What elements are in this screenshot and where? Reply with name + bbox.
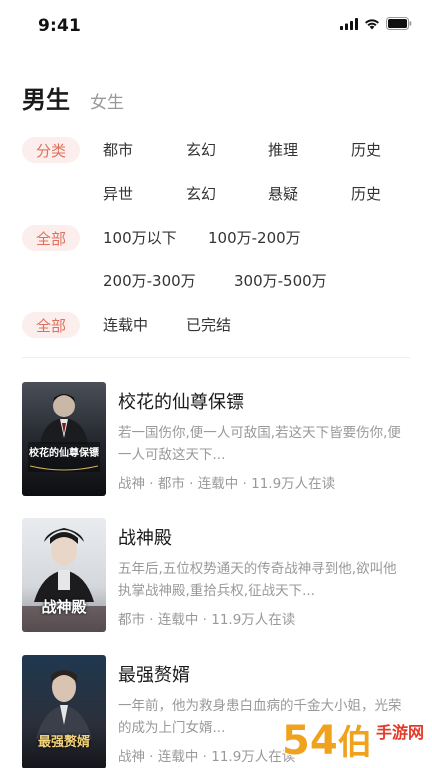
filter-row-status: 全部 连载中 已完结 bbox=[0, 310, 432, 340]
book-meta: 都市 · 连载中 · 11.9万人在读 bbox=[118, 612, 296, 628]
filter-row-category: 分类 都市 玄幻 推理 历史 bbox=[0, 135, 432, 165]
wordcount-option[interactable]: 300万-500万 bbox=[234, 270, 327, 291]
book-cover-title: 最强赘婿 bbox=[37, 735, 90, 750]
book-meta: 战神 · 连载中 · 11.9万人在读 bbox=[118, 749, 296, 765]
status-option-completed[interactable]: 已完结 bbox=[186, 314, 231, 335]
watermark-logo: 54 伯 手游网 bbox=[280, 708, 430, 766]
status-chip[interactable]: 全部 bbox=[22, 312, 80, 338]
gender-tabs: 男生 女生 bbox=[22, 80, 124, 115]
wordcount-option[interactable]: 100万-200万 bbox=[208, 227, 301, 248]
tab-male[interactable]: 男生 bbox=[22, 80, 70, 115]
book-meta: 战神 · 都市 · 连载中 · 11.9万人在读 bbox=[118, 476, 336, 492]
book-cover[interactable]: 战神殿 bbox=[22, 518, 106, 632]
status-option-serializing[interactable]: 连载中 bbox=[103, 314, 148, 335]
book-item[interactable]: 校花的仙尊保镖 校花的仙尊保镖 若一国伤你,便一人可敌国,若这天下皆要伤你,便一… bbox=[0, 382, 432, 506]
filter-row-wordcount-2: 200万-300万 300万-500万 bbox=[0, 266, 432, 296]
battery-icon bbox=[386, 17, 412, 30]
book-cover[interactable]: 校花的仙尊保镖 bbox=[22, 382, 106, 496]
book-cover-art bbox=[22, 655, 106, 768]
wifi-icon bbox=[365, 18, 379, 29]
status-time: 9:41 bbox=[38, 16, 82, 36]
divider bbox=[22, 357, 410, 358]
book-cover[interactable]: 最强赘婿 bbox=[22, 655, 106, 768]
category-option[interactable]: 都市 bbox=[103, 139, 133, 160]
svg-text:手游网: 手游网 bbox=[376, 723, 424, 742]
book-cover-title: 校花的仙尊保镖 bbox=[29, 448, 99, 459]
book-cover-title: 战神殿 bbox=[41, 598, 87, 616]
wordcount-option[interactable]: 100万以下 bbox=[103, 227, 177, 248]
filter-row-category-2: 异世 玄幻 悬疑 历史 bbox=[0, 179, 432, 209]
category-option[interactable]: 推理 bbox=[268, 139, 298, 160]
svg-text:伯: 伯 bbox=[338, 723, 372, 763]
book-title[interactable]: 最强赘婿 bbox=[118, 661, 190, 687]
status-bar: 9:41 bbox=[0, 0, 432, 54]
wordcount-option[interactable]: 200万-300万 bbox=[103, 270, 196, 291]
watermark-logo-art: 54 伯 手游网 bbox=[281, 717, 425, 765]
filter-row-wordcount: 全部 100万以下 100万-200万 bbox=[0, 223, 432, 253]
category-option[interactable]: 异世 bbox=[103, 183, 133, 204]
category-option[interactable]: 历史 bbox=[351, 139, 381, 160]
svg-text:54: 54 bbox=[282, 718, 338, 764]
category-option[interactable]: 历史 bbox=[351, 183, 381, 204]
book-description: 若一国伤你,便一人可敌国,若这天下皆要伤你,便一人可敌这天下... bbox=[118, 425, 401, 463]
book-item[interactable]: 战神殿 战神殿 五年后,五位权势通天的传奇战神寻到他,欲叫他执掌战神殿,重拾兵权… bbox=[0, 518, 432, 642]
signal-icon bbox=[340, 17, 358, 30]
category-chip[interactable]: 分类 bbox=[22, 137, 80, 163]
book-title[interactable]: 校花的仙尊保镖 bbox=[118, 388, 244, 414]
category-option[interactable]: 玄幻 bbox=[186, 183, 216, 204]
book-description: 五年后,五位权势通天的传奇战神寻到他,欲叫他执掌战神殿,重拾兵权,征战天下... bbox=[118, 561, 397, 599]
wordcount-chip[interactable]: 全部 bbox=[22, 225, 80, 251]
category-option[interactable]: 玄幻 bbox=[186, 139, 216, 160]
category-option[interactable]: 悬疑 bbox=[268, 183, 298, 204]
book-cover-art bbox=[22, 382, 106, 496]
tab-female[interactable]: 女生 bbox=[90, 88, 124, 113]
status-icons bbox=[340, 17, 412, 30]
book-title[interactable]: 战神殿 bbox=[118, 524, 172, 550]
